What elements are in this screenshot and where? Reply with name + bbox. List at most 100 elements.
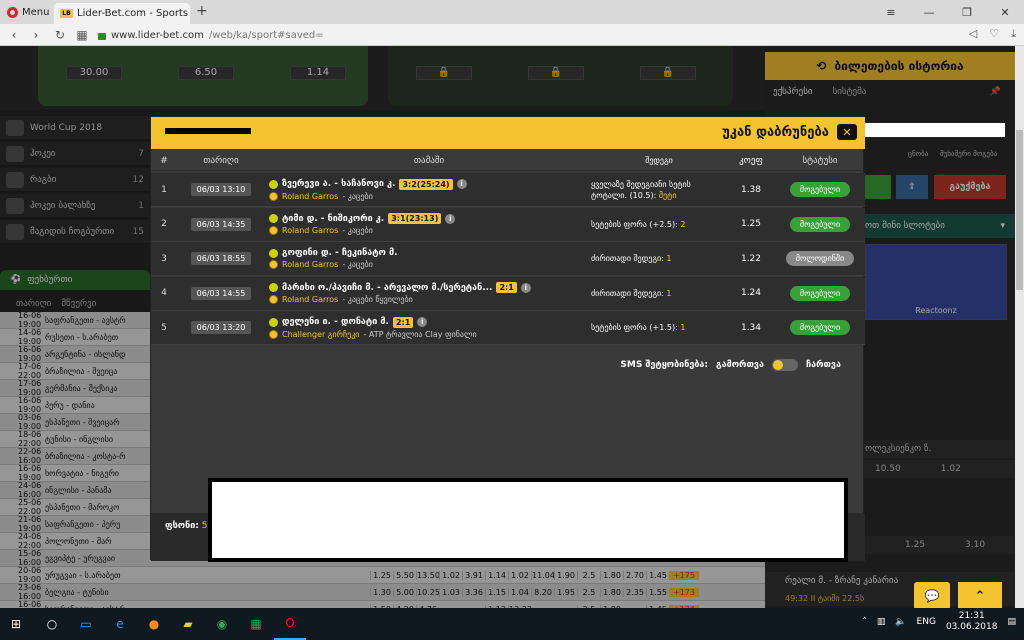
match-score: 2:1: [496, 282, 517, 293]
tournament-icon: [269, 191, 278, 201]
windows-start-icon[interactable]: ⊞: [0, 608, 32, 640]
match-name[interactable]: ზვერევი ა. - ხაჩანოვი კ.: [282, 179, 395, 189]
scroll-to-top-icon[interactable]: ⌃: [958, 582, 1002, 610]
column-header-outcome: შედეგი: [645, 156, 673, 165]
match-line: დელენი ი. - დონატი მ. 2:1 i: [269, 316, 589, 328]
match-name[interactable]: მარიხი ო./პავიჩი მ. - არევალო მ./სერეტან…: [282, 283, 492, 293]
tournament-line: Challenger გირჩეკი - ATP ტრავლია Clay ფინ…: [269, 329, 589, 339]
match-score: 2:1: [392, 316, 414, 328]
tray-arrow-icon[interactable]: ˄: [862, 617, 867, 627]
info-icon[interactable]: i: [520, 282, 531, 293]
row-number: 1: [161, 184, 167, 195]
outcome-value: 1: [666, 288, 672, 298]
column-header-coef: კოეფ: [739, 155, 763, 166]
clock[interactable]: 21:31 03.06.2018: [946, 611, 998, 633]
firefox-icon[interactable]: ●: [138, 608, 170, 640]
row-number: 2: [161, 219, 167, 229]
chrome-icon[interactable]: ◉: [206, 608, 238, 640]
speed-dial-icon[interactable]: ▦: [72, 24, 92, 46]
search-icon[interactable]: ○: [36, 608, 68, 640]
info-icon[interactable]: i: [417, 317, 428, 327]
row-match-cell: მარიხი ო./პავიჩი მ. - არევალო მ./სერეტან…: [265, 282, 589, 304]
column-header-date: თარიღი: [203, 155, 239, 166]
filter-icon[interactable]: ≡: [872, 0, 910, 24]
language-indicator[interactable]: ENG: [917, 617, 936, 627]
match-score: 3:2(25:24): [399, 178, 453, 190]
forward-arrow-icon[interactable]: ›: [26, 24, 46, 46]
network-icon[interactable]: ▥: [877, 617, 886, 627]
column-header-match: თამაში: [413, 155, 445, 166]
browser-tab[interactable]: LB Lider-Bet.com - Sports and ✕: [54, 3, 190, 24]
minimize-button[interactable]: —: [910, 0, 948, 24]
ticket-row: 2 06/03 14:35 ტიმი დ. - ნიშიკორი კ. 3:1(23:…: [151, 207, 865, 242]
notifications-icon[interactable]: ▤: [1007, 617, 1016, 627]
clock-date: 03.06.2018: [945, 622, 998, 632]
window-controls: ≡ — ❐ ✕: [872, 0, 1024, 24]
stake-label: ფსონი:: [165, 521, 199, 531]
reload-icon[interactable]: ↻: [50, 24, 70, 46]
match-name[interactable]: დელენი ი. - დონატი მ.: [282, 317, 389, 327]
redacted-ticket-id: [165, 128, 251, 134]
status-badge: მოგებული: [789, 285, 851, 301]
task-view-icon[interactable]: ▭: [70, 608, 102, 640]
bookmark-heart-icon[interactable]: ♡: [989, 27, 999, 41]
url-host: www.lider-bet.com: [111, 29, 204, 41]
info-icon[interactable]: i: [445, 213, 456, 224]
opera-logo-icon: [7, 6, 18, 18]
redacted-box: [864, 122, 1006, 138]
tournament-category: - ATP ტრავლია Clay ფინალი: [363, 329, 477, 339]
tournament-icon: [269, 329, 278, 339]
row-number: 5: [161, 322, 167, 333]
ticket-row: 5 06/03 13:20 დელენი ი. - დონატი მ. 2:1 i Cha…: [151, 311, 865, 345]
info-icon[interactable]: i: [456, 179, 467, 189]
match-name[interactable]: გოფინი დ. - ჩეკინატო მ.: [282, 248, 398, 258]
edge-icon[interactable]: e: [104, 608, 136, 640]
opera-taskbar-icon[interactable]: O: [274, 608, 306, 640]
back-label[interactable]: უკან დაბრუნება: [722, 125, 829, 140]
tournament-name: Challenger გირჩეკი: [282, 329, 360, 339]
stake-value: 5: [201, 521, 208, 531]
row-status-cell: მოლოდინში: [775, 251, 865, 266]
sms-label: SMS შეტყობინება:: [620, 360, 709, 370]
download-icon[interactable]: ⤓: [1011, 27, 1016, 41]
ticket-row: 4 06/03 14:55 მარიხი ო./პავიჩი მ. - არევალ…: [151, 276, 865, 311]
opera-menu-button[interactable]: Menu: [0, 0, 52, 24]
tournament-name: Roland Garros: [282, 260, 339, 269]
sms-toggle[interactable]: [771, 359, 798, 371]
liderbet-favicon-icon: LB: [60, 9, 73, 18]
lock-icon: [98, 32, 106, 40]
match-line: ზვერევი ა. - ხაჩანოვი კ. 3:2(25:24) i: [269, 178, 589, 190]
row-date: 06/03 13:20: [190, 321, 252, 334]
close-window-button[interactable]: ✕: [986, 0, 1024, 24]
back-icon[interactable]: ✕: [837, 124, 857, 140]
new-tab-button[interactable]: +: [196, 3, 208, 19]
row-date: 06/03 18:55: [190, 252, 252, 265]
back-arrow-icon[interactable]: ‹: [4, 24, 24, 46]
excel-icon[interactable]: ▦: [240, 608, 272, 640]
url-path: /web/ka/sport#saved=: [208, 29, 324, 41]
row-coef: 1.22: [740, 253, 762, 264]
scrollbar-thumb[interactable]: [1016, 130, 1023, 290]
tennis-ball-icon: [269, 317, 278, 327]
restore-button[interactable]: ❐: [948, 0, 986, 24]
row-status-cell: მოგებული: [775, 320, 865, 335]
menu-label: Menu: [22, 6, 50, 18]
chat-icon[interactable]: 💬: [914, 582, 950, 610]
tournament-line: Roland Garros - კაცები წყვილები: [269, 295, 589, 304]
row-coef: 1.24: [740, 288, 762, 298]
sms-on-label[interactable]: ჩართვა: [806, 360, 841, 370]
url-field[interactable]: www.lider-bet.com/web/ka/sport#saved=: [98, 27, 938, 43]
snapshot-icon[interactable]: ◁: [969, 27, 977, 41]
tournament-name: Roland Garros: [282, 295, 339, 304]
match-name[interactable]: ტიმი დ. - ნიშიკორი კ.: [282, 214, 384, 224]
status-badge: მოგებული: [789, 320, 851, 335]
row-outcome: ძირითადი შედეგი: 1: [589, 288, 727, 299]
row-coef: 1.25: [740, 219, 762, 229]
file-explorer-icon[interactable]: ▰: [172, 608, 204, 640]
row-date: 06/03 14:35: [190, 217, 252, 231]
sms-off-label[interactable]: გამორთვა: [716, 360, 764, 370]
tennis-ball-icon: [269, 283, 278, 292]
ticket-row: 1 06/03 13:10 ზვერევი ა. - ხაჩანოვი კ. 3:2(…: [151, 173, 865, 207]
row-match-cell: დელენი ი. - დონატი მ. 2:1 i Challenger გირჩ…: [265, 316, 589, 339]
volume-icon[interactable]: 🔈: [895, 617, 906, 627]
